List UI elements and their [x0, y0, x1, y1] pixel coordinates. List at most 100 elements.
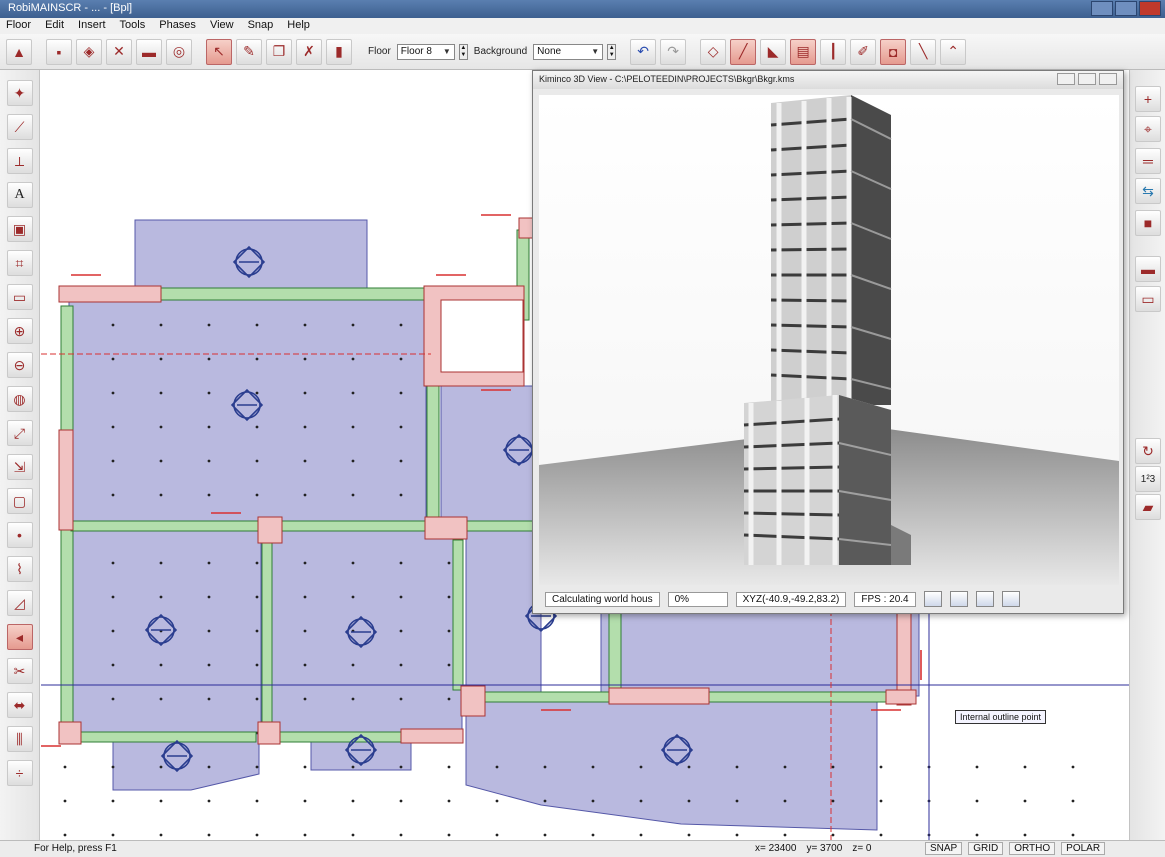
roof-tool-icon[interactable]: ⌃ [940, 38, 967, 65]
ruler-icon[interactable]: ═ [1135, 148, 1161, 174]
brush-tool-icon[interactable]: ✐ [850, 38, 877, 65]
help-text: For Help, press F1 [34, 843, 117, 854]
polar-toggle[interactable]: POLAR [1061, 842, 1106, 855]
view-3d-close-button[interactable] [1099, 73, 1117, 85]
ramp-icon[interactable]: ◿ [6, 590, 33, 616]
panel-tool-icon[interactable]: ▭ [6, 284, 33, 310]
status-bar: For Help, press F1 x= 23400 y= 3700 z= 0… [0, 840, 1165, 857]
menu-edit[interactable]: Edit [45, 19, 64, 33]
copy-floor-icon[interactable]: ❐ [266, 38, 292, 65]
wall-tool-icon[interactable]: ◣ [760, 38, 787, 65]
view-3d-title: Kiminco 3D View - C:\PELOTEEDIN\PROJECTS… [533, 71, 1123, 89]
view-3d-maximize-button[interactable] [1078, 73, 1096, 85]
pan-icon[interactable]: ◍ [6, 386, 33, 412]
refresh-icon[interactable]: ↻ [1135, 438, 1161, 464]
line-tool-icon[interactable]: ⟋ [6, 114, 33, 140]
zoom-icon[interactable]: ◎ [166, 38, 192, 65]
view-3d-coords: XYZ(-40.9,-49.2,83.2) [735, 591, 847, 607]
floor-label: Floor [368, 46, 391, 57]
app-window: RobiMAINSCR - ... - [Bpl] Floor Edit Ins… [0, 0, 1165, 857]
pencil-tool-icon[interactable]: ╲ [910, 38, 937, 65]
open-icon[interactable]: ▲ [6, 38, 32, 65]
export-icon[interactable] [1001, 591, 1020, 607]
zoom-out-icon[interactable]: ⊖ [6, 352, 33, 378]
menu-bar: Floor Edit Insert Tools Phases View Snap… [0, 18, 1165, 34]
menu-help[interactable]: Help [287, 19, 310, 33]
view-3d-minimize-button[interactable] [1057, 73, 1075, 85]
grid-tool-icon[interactable]: ⌗ [6, 250, 33, 276]
beam-tool-icon[interactable]: ╱ [730, 38, 757, 65]
view-3d-status-bar: Calculating world hous 0% XYZ(-40.9,-49.… [539, 589, 1119, 609]
background-select[interactable]: None ▼ [533, 43, 604, 60]
tower-upper [770, 95, 892, 405]
window-controls [1091, 1, 1161, 16]
camera-icon[interactable] [923, 591, 942, 607]
monitor-icon[interactable] [949, 591, 968, 607]
print-preview-icon[interactable]: ◈ [76, 38, 102, 65]
stair-icon[interactable]: ⌇ [6, 556, 33, 582]
column-tool-icon[interactable]: ▮ [326, 38, 352, 65]
grid-toggle[interactable]: GRID [968, 842, 1004, 855]
point-icon[interactable]: • [6, 522, 33, 548]
swap-icon[interactable]: ⇆ [1135, 178, 1161, 204]
numbering-icon[interactable]: 1²3 [1135, 466, 1161, 492]
minimize-button[interactable] [1091, 1, 1113, 16]
menu-view[interactable]: View [210, 19, 234, 33]
snap-toggle[interactable]: SNAP [925, 842, 963, 855]
box-icon[interactable]: ▢ [6, 488, 33, 514]
add-icon[interactable]: + [1135, 86, 1161, 112]
menu-tools[interactable]: Tools [120, 19, 146, 33]
z-coordinate: z= 0 [852, 843, 872, 854]
connect-icon[interactable]: ⬌ [6, 692, 33, 718]
floor-spinner[interactable]: ▲ ▼ [458, 43, 468, 60]
footing-tool-icon[interactable]: ▤ [790, 38, 817, 65]
node-tool-icon[interactable]: ✦ [6, 80, 33, 106]
move-icon[interactable]: ⇲ [6, 454, 33, 480]
title-bar: RobiMAINSCR - ... - [Bpl] [0, 0, 1165, 18]
view-3d-progress: 0% [667, 591, 728, 607]
pile-tool-icon[interactable]: ┃ [820, 38, 847, 65]
view-3d-viewport[interactable] [539, 95, 1119, 585]
properties-icon[interactable]: ▰ [1135, 494, 1161, 520]
menu-snap[interactable]: Snap [248, 19, 274, 33]
back-arrow-icon[interactable]: ◂ [6, 624, 33, 650]
save-icon[interactable]: ▪ [46, 38, 72, 65]
divide-icon[interactable]: ÷ [6, 760, 33, 786]
cut-icon[interactable]: ✂ [6, 658, 33, 684]
stretch-icon[interactable]: ⤢ [6, 420, 33, 446]
menu-insert[interactable]: Insert [78, 19, 106, 33]
background-spinner[interactable]: ▲ ▼ [607, 43, 617, 60]
dimension-tool-icon[interactable]: ⟂ [6, 148, 33, 174]
close-button[interactable] [1139, 1, 1161, 16]
print-icon[interactable]: ▬ [136, 38, 162, 65]
view-3d-window[interactable]: Kiminco 3D View - C:\PELOTEEDIN\PROJECTS… [532, 70, 1124, 614]
ortho-toggle[interactable]: ORTHO [1009, 842, 1056, 855]
view-3d-window-controls [1057, 73, 1117, 85]
rotate-view-icon[interactable] [975, 591, 994, 607]
fit-view-icon[interactable]: ⌖ [1135, 116, 1161, 142]
redo-icon[interactable]: ↷ [660, 38, 687, 65]
split-icon[interactable]: ⫼ [6, 726, 33, 752]
slab-tool-icon[interactable]: ◇ [700, 38, 727, 65]
measure-tool-icon[interactable]: ✎ [236, 38, 262, 65]
render-tool-icon[interactable]: ◘ [880, 38, 907, 65]
close-file-icon[interactable]: ✕ [106, 38, 132, 65]
x-coordinate: x= 23400 [755, 843, 797, 854]
section-tool-icon[interactable]: ▣ [6, 216, 33, 242]
menu-phases[interactable]: Phases [159, 19, 196, 33]
text-tool-icon[interactable]: A [6, 182, 33, 208]
maximize-button[interactable] [1115, 1, 1137, 16]
select-tool-icon[interactable]: ↖ [206, 38, 232, 65]
layer-alt-icon[interactable]: ▭ [1135, 286, 1161, 312]
floor-select[interactable]: Floor 8 ▼ [396, 43, 455, 60]
layer-icon[interactable]: ▬ [1135, 256, 1161, 282]
background-select-value: None [537, 46, 562, 57]
tower-podium [743, 395, 911, 565]
undo-icon[interactable]: ↶ [630, 38, 657, 65]
background-label: Background [473, 46, 528, 57]
frame-icon[interactable]: ■ [1135, 210, 1161, 236]
zoom-in-icon[interactable]: ⊕ [6, 318, 33, 344]
menu-floor[interactable]: Floor [6, 19, 31, 33]
view-3d-status-text: Calculating world hous [545, 591, 660, 607]
delete-tool-icon[interactable]: ✗ [296, 38, 322, 65]
